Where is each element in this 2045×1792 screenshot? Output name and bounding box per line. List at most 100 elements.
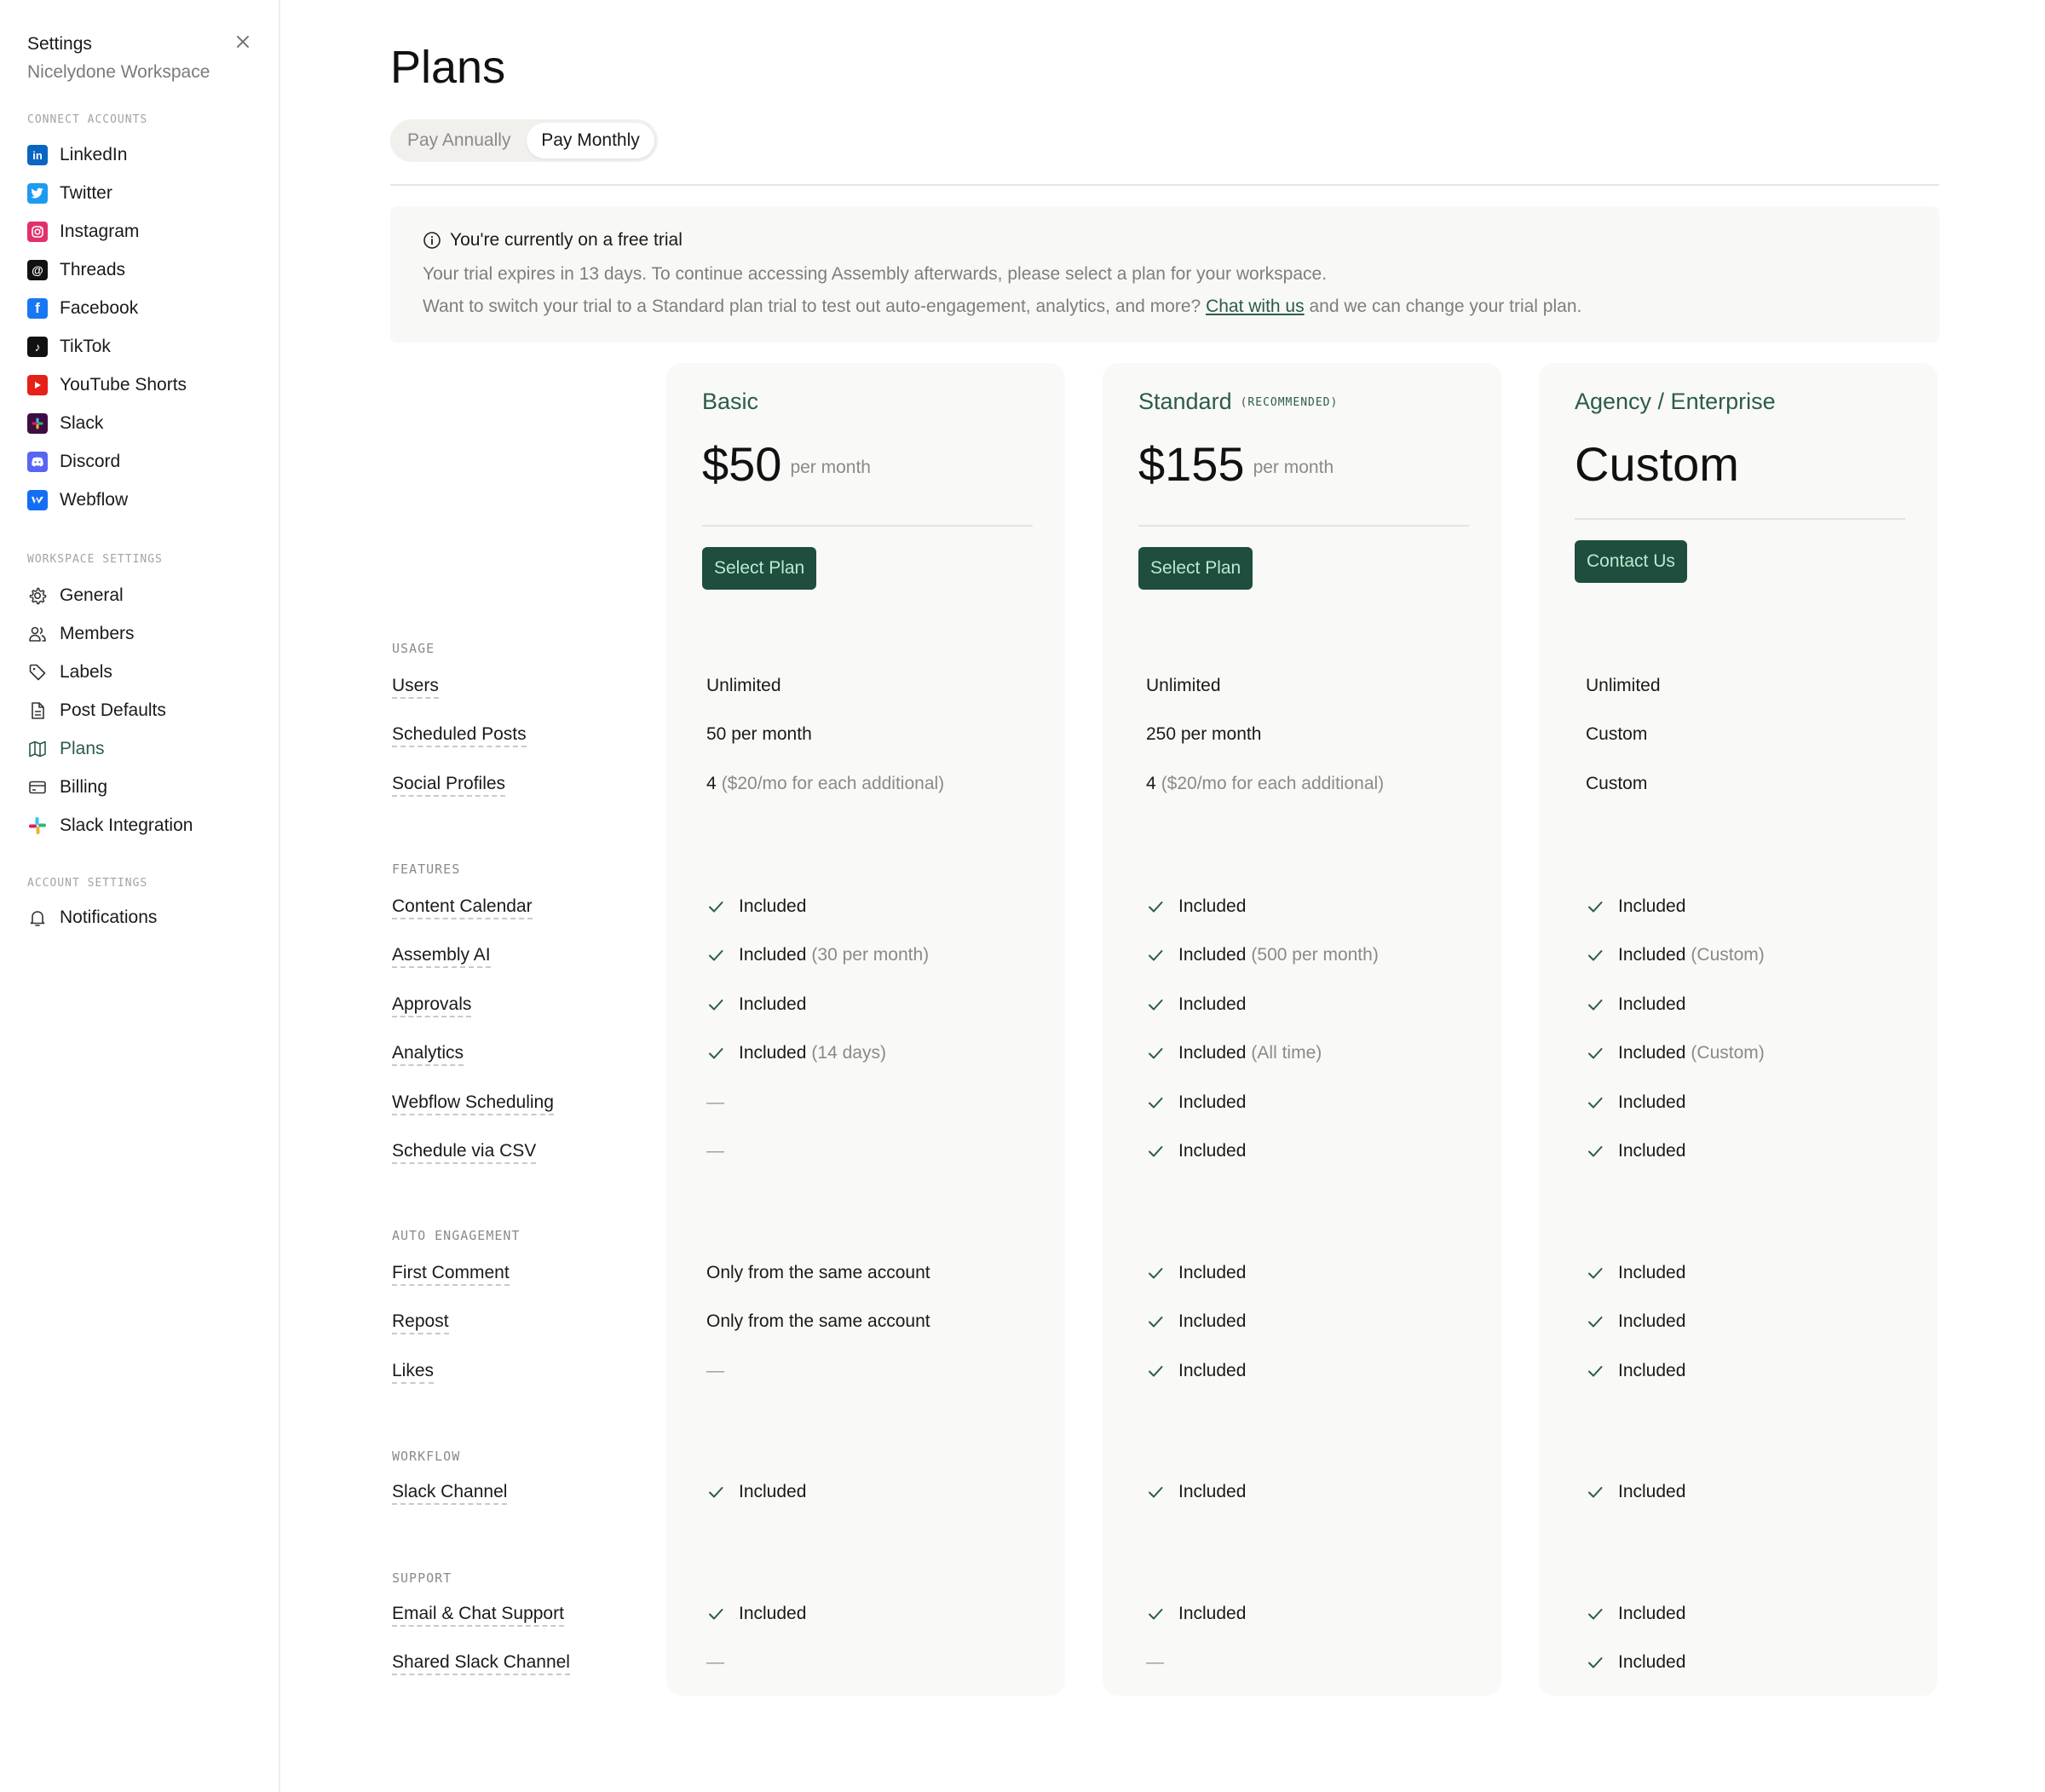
plan-cell-standard: Included (All time) — [1146, 1043, 1322, 1063]
sidebar-item-post-defaults[interactable]: Post Defaults — [27, 696, 166, 725]
close-icon[interactable] — [232, 31, 254, 53]
divider — [390, 184, 1939, 186]
cell-value: Only from the same account — [706, 1263, 930, 1282]
feature-label-webflow-scheduling[interactable]: Webflow Scheduling — [392, 1092, 554, 1115]
check-icon — [1146, 1142, 1165, 1161]
select-plan-basic-button[interactable]: Select Plan — [702, 547, 817, 590]
cell-value: Included — [739, 1482, 807, 1501]
sidebar-item-tiktok[interactable]: ♪ TikTok — [27, 332, 111, 361]
cell-value: Included — [1178, 896, 1247, 916]
sidebar-item-label: TikTok — [60, 337, 111, 356]
feature-label-schedule-csv[interactable]: Schedule via CSV — [392, 1141, 537, 1164]
plan-cell-standard: Included — [1146, 1141, 1246, 1161]
cell-value: Included — [1178, 1604, 1247, 1623]
plan-cell-standard: Included — [1146, 1361, 1246, 1381]
plan-cell-standard: Included (500 per month) — [1146, 945, 1379, 965]
cell-value: Included — [1618, 1092, 1686, 1112]
sidebar-item-youtube-shorts[interactable]: YouTube Shorts — [27, 371, 187, 400]
sidebar-item-plans[interactable]: Plans — [27, 735, 105, 763]
feature-label-likes[interactable]: Likes — [392, 1361, 435, 1384]
plan-cell-enterprise: Included — [1586, 1311, 1685, 1332]
trial-heading-text: You're currently on a free trial — [450, 230, 683, 250]
recommended-badge: (RECOMMENDED) — [1240, 396, 1339, 410]
sidebar-item-webflow[interactable]: Webflow — [27, 486, 128, 515]
linkedin-icon: in — [27, 145, 48, 165]
plan-cell-basic: — — [706, 1652, 724, 1673]
pay-monthly-option[interactable]: Pay Monthly — [527, 123, 654, 158]
check-icon — [706, 946, 725, 965]
twitter-icon — [27, 183, 48, 204]
sidebar-item-facebook[interactable]: f Facebook — [27, 294, 138, 323]
feature-label-social-profiles[interactable]: Social Profiles — [392, 774, 506, 797]
check-icon — [1146, 1312, 1165, 1331]
sidebar-item-label: Twitter — [60, 183, 112, 203]
plan-cell-enterprise: Included — [1586, 994, 1685, 1015]
feature-label-first-comment[interactable]: First Comment — [392, 1263, 510, 1286]
trial-switch-text: Want to switch your trial to a Standard … — [423, 297, 1581, 317]
feature-label-approvals[interactable]: Approvals — [392, 994, 472, 1017]
sidebar-item-billing[interactable]: Billing — [27, 773, 107, 802]
feature-label-slack-channel[interactable]: Slack Channel — [392, 1482, 508, 1505]
sidebar-item-twitter[interactable]: Twitter — [27, 179, 112, 208]
select-plan-standard-button[interactable]: Select Plan — [1138, 547, 1253, 590]
feature-label-users[interactable]: Users — [392, 676, 439, 699]
sidebar-item-general[interactable]: General — [27, 581, 124, 610]
check-icon — [706, 1044, 725, 1063]
plan-cell-standard: Included — [1146, 1092, 1246, 1113]
section-usage: USAGE — [392, 641, 435, 656]
billing-period-toggle: Pay Annually Pay Monthly — [390, 119, 658, 162]
sidebar-item-notifications[interactable]: Notifications — [27, 903, 157, 932]
cell-value: Included — [1618, 1141, 1686, 1161]
cell-value: 4 — [1146, 774, 1156, 793]
trial-switch-text-before: Want to switch your trial to a Standard … — [423, 297, 1207, 316]
cell-value: Included — [1618, 994, 1686, 1014]
youtube-shorts-icon — [27, 375, 48, 395]
cell-value: Unlimited — [1146, 676, 1221, 695]
feature-label-analytics[interactable]: Analytics — [392, 1043, 464, 1066]
plan-cell-basic: 50 per month — [706, 724, 812, 745]
plan-cell-enterprise: Included — [1586, 1141, 1685, 1161]
gear-icon — [27, 585, 48, 606]
feature-label-assembly-ai[interactable]: Assembly AI — [392, 945, 491, 968]
check-icon — [1146, 1044, 1165, 1063]
sidebar-item-slack[interactable]: Slack — [27, 409, 103, 438]
feature-label-shared-slack-channel[interactable]: Shared Slack Channel — [392, 1652, 570, 1675]
pay-annually-option[interactable]: Pay Annually — [407, 119, 510, 162]
threads-icon: @ — [27, 260, 48, 280]
feature-label-email-chat-support[interactable]: Email & Chat Support — [392, 1604, 564, 1627]
cell-note: (500 per month) — [1251, 945, 1379, 965]
credit-card-icon — [27, 777, 48, 798]
sidebar-item-discord[interactable]: Discord — [27, 447, 120, 476]
feature-label-scheduled-posts[interactable]: Scheduled Posts — [392, 724, 527, 747]
cell-value: Included — [1178, 945, 1247, 965]
plan-cell-basic: Included (30 per month) — [706, 945, 929, 965]
section-auto-engagement: AUTO ENGAGEMENT — [392, 1228, 521, 1243]
feature-label-repost[interactable]: Repost — [392, 1311, 449, 1334]
sidebar-item-labels[interactable]: Labels — [27, 658, 112, 687]
chat-with-us-link[interactable]: Chat with us — [1206, 297, 1305, 316]
plan-cell-enterprise: Included — [1586, 1263, 1685, 1283]
trial-banner: You're currently on a free trial Your tr… — [390, 206, 1939, 343]
sidebar-item-members[interactable]: Members — [27, 619, 135, 648]
cell-value: Included — [1178, 1141, 1247, 1161]
cell-value: Custom — [1586, 724, 1648, 744]
plan-cell-standard: Included — [1146, 1604, 1246, 1624]
sidebar-item-slack-integration[interactable]: Slack Integration — [27, 811, 193, 840]
card-divider — [1138, 525, 1469, 527]
plan-cell-basic: Included (14 days) — [706, 1043, 886, 1063]
feature-label-content-calendar[interactable]: Content Calendar — [392, 896, 533, 919]
check-icon — [1146, 1483, 1165, 1501]
contact-us-button[interactable]: Contact Us — [1575, 540, 1687, 583]
sidebar-item-linkedin[interactable]: in LinkedIn — [27, 141, 127, 170]
check-icon — [1586, 995, 1604, 1014]
plan-cell-enterprise: Included — [1586, 1652, 1685, 1673]
plan-cell-basic: Included — [706, 994, 806, 1015]
sidebar-item-threads[interactable]: @ Threads — [27, 256, 125, 285]
section-support: SUPPORT — [392, 1570, 452, 1586]
check-icon — [1586, 1264, 1604, 1282]
check-icon — [1586, 897, 1604, 916]
cell-note: (Custom) — [1691, 945, 1765, 965]
check-icon — [706, 897, 725, 916]
map-icon — [27, 739, 48, 759]
sidebar-item-instagram[interactable]: Instagram — [27, 217, 139, 246]
